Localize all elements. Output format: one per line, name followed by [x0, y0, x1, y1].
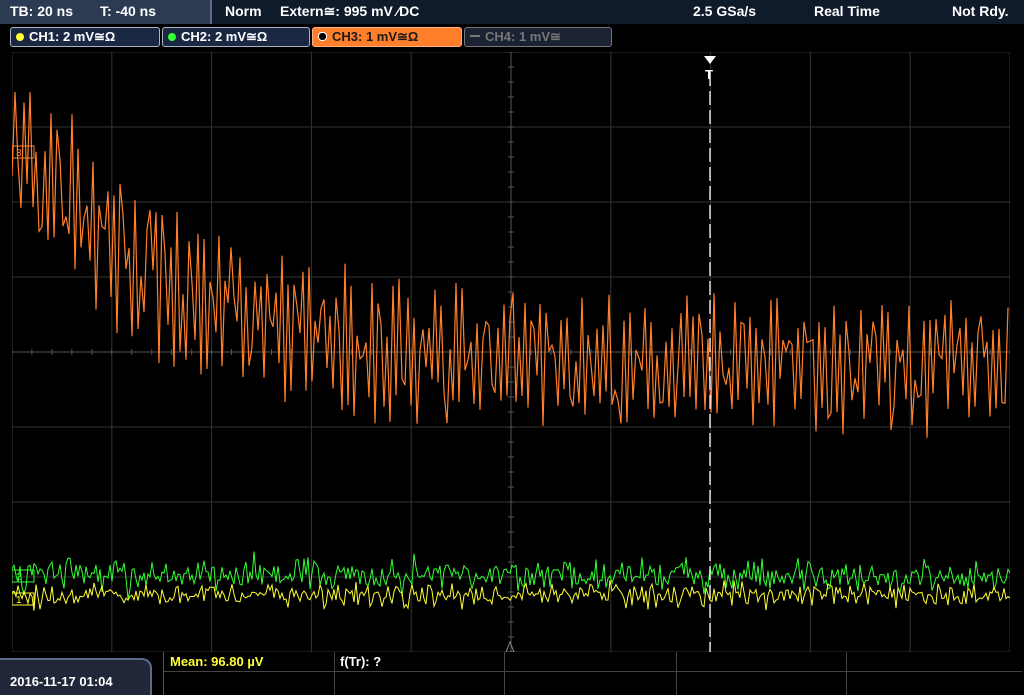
frequency-measurement: f(Tr): ? [340, 654, 382, 669]
ch2-button[interactable]: CH2: 2 mV≅Ω [162, 27, 310, 47]
ch2-level-label: 2 [16, 572, 22, 583]
datetime-label: 2016-11-17 01:04 [10, 674, 113, 689]
datetime-box: 2016-11-17 01:04 [0, 658, 152, 695]
measurement-col-divider [676, 652, 677, 695]
status-bar: TB: 20 ns T: -40 ns Norm Extern≅: 995 mV… [0, 0, 1024, 24]
ch3-button[interactable]: CH3: 1 mV≅Ω [312, 27, 462, 47]
timebase-label: TB: 20 ns [10, 3, 74, 19]
measurement-row-divider [164, 671, 1022, 672]
ch1-label: CH1: 2 mV≅Ω [29, 29, 116, 44]
waveform-display[interactable]: T 3 2 1 [12, 52, 1010, 652]
measurement-panel[interactable]: Mean: 96.80 µV f(Tr): ? [163, 652, 1022, 695]
ch3-waveform [12, 91, 1009, 438]
ch2-label: CH2: 2 mV≅Ω [181, 29, 268, 44]
measurement-col-divider [846, 652, 847, 695]
ch1-button[interactable]: CH1: 2 mV≅Ω [10, 27, 160, 47]
acquisition-mode-label[interactable]: Real Time [814, 3, 880, 19]
horizontal-position-marker-icon[interactable] [505, 640, 515, 652]
trigger-marker-icon[interactable] [704, 56, 716, 64]
channel-bar: CH1: 2 mV≅Ω CH2: 2 mV≅Ω CH3: 1 mV≅Ω CH4:… [0, 24, 1024, 50]
measurement-col-divider [334, 652, 335, 695]
ch3-label: CH3: 1 mV≅Ω [332, 29, 419, 44]
ch1-level-label: 1 [16, 595, 22, 606]
measurement-col-divider [504, 652, 505, 695]
ch4-label: CH4: 1 mV≅ [485, 29, 561, 44]
run-state-label: Not Rdy. [952, 3, 1009, 19]
ch2-color-dot [168, 33, 176, 41]
ch3-level-label: 3 [16, 148, 22, 159]
ch4-button[interactable]: CH4: 1 mV≅ [464, 27, 612, 47]
sample-rate-label[interactable]: 2.5 GSa/s [693, 3, 756, 19]
trigger-position-label: T: -40 ns [100, 3, 157, 19]
ch1-color-dot [16, 33, 24, 41]
trigger-mode-label[interactable]: Norm [225, 3, 262, 19]
trigger-marker-label: T [705, 67, 713, 82]
ch3-color-dot [318, 32, 327, 41]
ch4-disabled-icon [470, 35, 480, 37]
mean-measurement: Mean: 96.80 µV [170, 654, 264, 669]
graticule [12, 52, 1010, 652]
trigger-source-label[interactable]: Extern≅: 995 mV ∕DC [280, 3, 419, 20]
timebase-box[interactable]: TB: 20 ns T: -40 ns [0, 0, 212, 24]
